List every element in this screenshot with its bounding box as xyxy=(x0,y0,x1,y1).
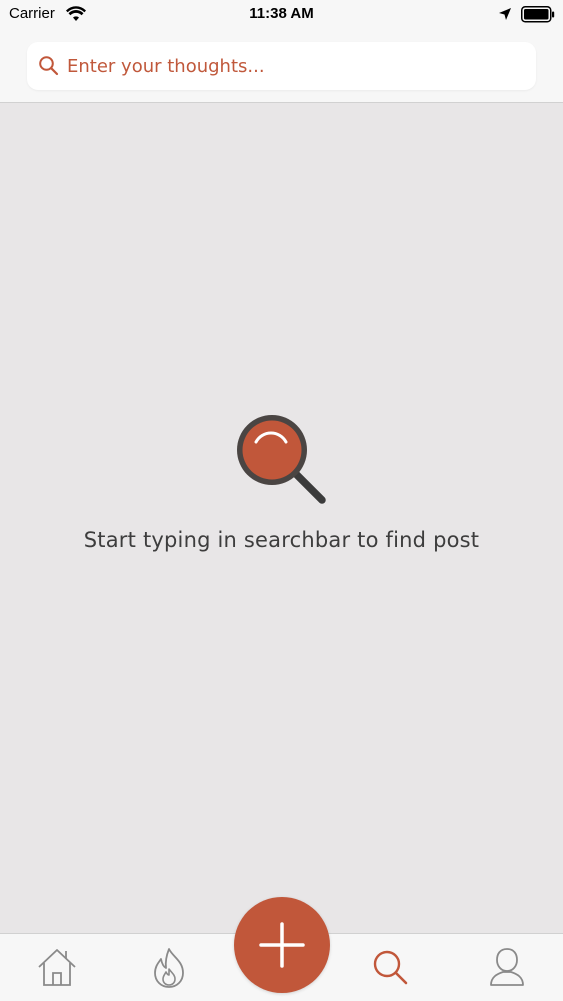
empty-state-message: Start typing in searchbar to find post xyxy=(83,528,480,552)
search-icon xyxy=(373,950,408,985)
tab-profile[interactable] xyxy=(480,934,535,1001)
status-time: 11:38 AM xyxy=(249,5,314,22)
magnifier-illustration-icon xyxy=(234,412,330,512)
tab-home[interactable] xyxy=(30,934,85,1001)
profile-icon xyxy=(490,948,524,986)
location-arrow-icon xyxy=(498,6,512,25)
search-field[interactable] xyxy=(27,42,536,90)
tab-trending[interactable] xyxy=(142,934,197,1001)
battery-icon xyxy=(521,6,555,27)
search-input[interactable] xyxy=(67,42,527,90)
plus-icon xyxy=(259,922,305,968)
search-header xyxy=(0,30,563,103)
flame-icon xyxy=(154,948,184,988)
tab-search[interactable] xyxy=(364,934,419,1001)
add-post-button[interactable] xyxy=(234,897,330,993)
search-icon xyxy=(38,55,60,81)
home-icon xyxy=(38,949,76,986)
status-bar: Carrier 11:38 AM xyxy=(0,0,563,30)
